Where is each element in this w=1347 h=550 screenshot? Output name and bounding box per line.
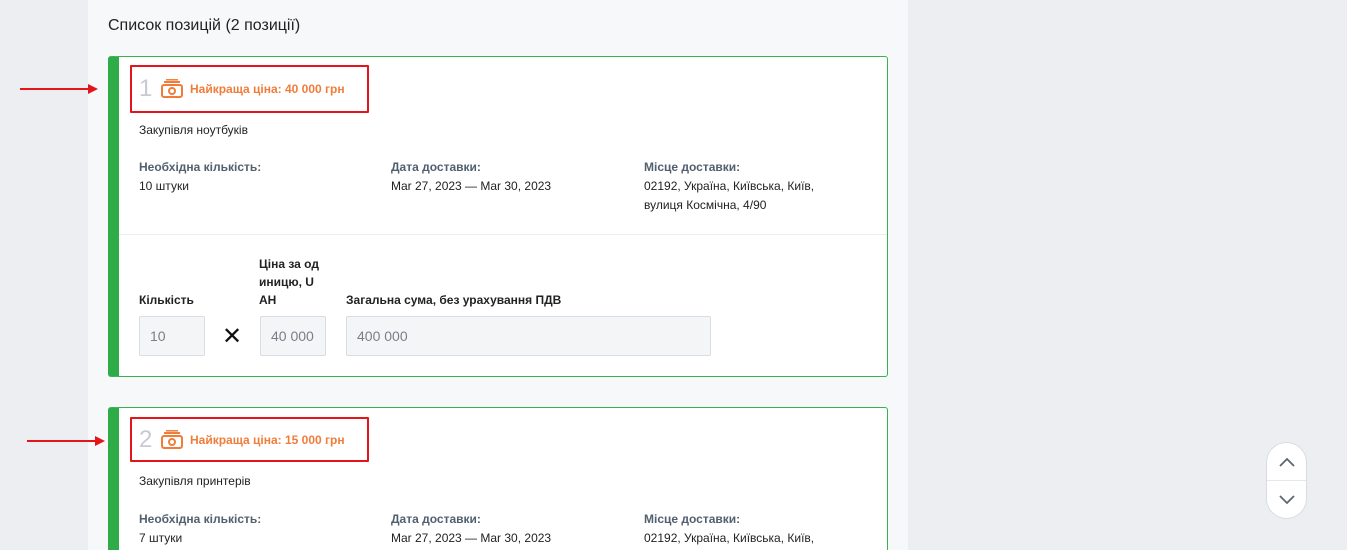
quantity-label: Необхідна кількість: bbox=[139, 160, 262, 174]
quantity-value: 10 штуки bbox=[139, 179, 189, 193]
multiply-icon: ✕ bbox=[222, 323, 243, 350]
divider bbox=[119, 234, 887, 235]
chevron-up-icon bbox=[1278, 457, 1295, 467]
qty-label: Кількість bbox=[139, 293, 194, 307]
scroll-down-button[interactable] bbox=[1267, 481, 1306, 518]
best-price: Найкраща ціна: 40 000 грн bbox=[190, 82, 345, 96]
delivery-date-value: Mar 27, 2023 — Mar 30, 2023 bbox=[391, 531, 552, 545]
chevron-down-icon bbox=[1278, 494, 1295, 504]
delivery-place-value: 02192, Україна, Київська, Київ, bbox=[644, 531, 815, 545]
position-header: 2 Найкраща ціна: 15 000 грн bbox=[139, 425, 345, 455]
money-stack-icon bbox=[161, 430, 183, 449]
delivery-place-label: Місце доставки: bbox=[644, 512, 741, 526]
total-sum-input: 400 000 bbox=[346, 316, 711, 356]
scroll-control bbox=[1266, 442, 1307, 519]
delivery-place-value: 02192, Україна, Київська, Київ, bbox=[644, 179, 815, 193]
position-card: 2 Найкраща ціна: 15 000 грн Закупівля пр… bbox=[108, 407, 888, 550]
position-header: 1 Найкраща ціна: 40 000 грн bbox=[139, 74, 345, 104]
position-description: Закупівля ноутбуків bbox=[139, 123, 248, 137]
delivery-date-info: Дата доставки: Mar 27, 2023 — Mar 30, 20… bbox=[391, 510, 551, 548]
delivery-place-info: Місце доставки: 02192, Україна, Київська… bbox=[644, 158, 814, 215]
total-label: Загальна сума, без урахування ПДВ bbox=[346, 293, 562, 307]
quantity-info: Необхідна кількість: 10 штуки bbox=[139, 158, 261, 196]
quantity-input[interactable]: 10 bbox=[139, 316, 205, 356]
unit-price-label: Ціна за од иницю, U AH bbox=[259, 255, 319, 309]
unit-price-input[interactable]: 40 000 bbox=[260, 316, 326, 356]
position-card: 1 Найкраща ціна: 40 000 грн Закупівля но… bbox=[108, 56, 888, 377]
red-arrow-icon bbox=[27, 436, 105, 446]
delivery-date-value: Mar 27, 2023 — Mar 30, 2023 bbox=[391, 179, 552, 193]
delivery-place-info: Місце доставки: 02192, Україна, Київська… bbox=[644, 510, 814, 548]
position-number: 1 bbox=[139, 75, 153, 102]
quantity-info: Необхідна кількість: 7 штуки bbox=[139, 510, 261, 548]
red-arrow-icon bbox=[20, 84, 98, 94]
quantity-value: 7 штуки bbox=[139, 531, 183, 545]
unit-price-label-line3: AH bbox=[259, 293, 277, 307]
position-number: 2 bbox=[139, 426, 153, 453]
position-description: Закупівля принтерів bbox=[139, 474, 251, 488]
delivery-place-label: Місце доставки: bbox=[644, 160, 741, 174]
delivery-date-label: Дата доставки: bbox=[391, 160, 481, 174]
quantity-label: Необхідна кількість: bbox=[139, 512, 262, 526]
scroll-up-button[interactable] bbox=[1267, 444, 1306, 481]
delivery-date-info: Дата доставки: Mar 27, 2023 — Mar 30, 20… bbox=[391, 158, 551, 196]
list-title: Список позицій (2 позиції) bbox=[108, 17, 301, 34]
best-price: Найкраща ціна: 15 000 грн bbox=[190, 433, 345, 447]
delivery-date-label: Дата доставки: bbox=[391, 512, 481, 526]
money-stack-icon bbox=[161, 79, 183, 98]
unit-price-label-line2: иницю, U bbox=[259, 275, 314, 289]
unit-price-label-line1: Ціна за од bbox=[259, 257, 319, 271]
delivery-place-value-line2: вулиця Космічна, 4/90 bbox=[644, 198, 767, 212]
